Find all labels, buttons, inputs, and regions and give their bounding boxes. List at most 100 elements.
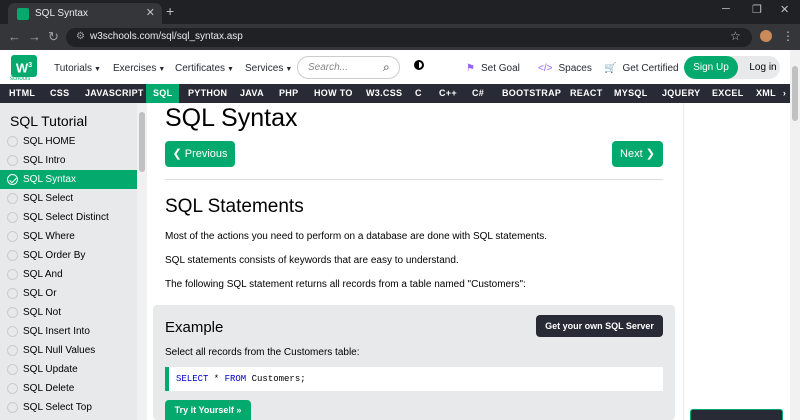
topnav-xml[interactable]: XML — [756, 84, 776, 103]
sidebar-item-label: SQL HOME — [23, 136, 76, 147]
back-icon[interactable]: ← — [8, 29, 21, 44]
sidebar-item-sql-home[interactable]: SQL HOME — [0, 132, 137, 151]
progress-check-icon — [7, 402, 18, 413]
menu-label: Certificates — [175, 63, 226, 74]
topnav-c[interactable]: C — [415, 84, 422, 103]
site-info-icon[interactable]: ⚙ — [76, 31, 85, 42]
topnav-jquery[interactable]: JQUERY — [662, 84, 700, 103]
menu-label: Services — [245, 63, 284, 74]
minimize-icon[interactable]: ─ — [722, 3, 730, 15]
paragraph: SQL statements consists of keywords that… — [165, 255, 459, 266]
close-tab-icon[interactable]: ✕ — [146, 6, 155, 19]
browser-tab[interactable]: SQL Syntax ✕ — [8, 3, 162, 24]
progress-check-icon — [7, 288, 18, 299]
logo-subtext: schools — [10, 76, 31, 82]
search-icon[interactable]: ⌕ — [383, 60, 390, 75]
url-text[interactable]: w3schools.com/sql/sql_syntax.asp — [90, 31, 243, 42]
code-block: SELECT * FROM Customers; — [165, 367, 663, 391]
sidebar-item-sql-select-distinct[interactable]: SQL Select Distinct — [0, 208, 137, 227]
progress-check-icon — [7, 155, 18, 166]
sidebar-item-sql-update[interactable]: SQL Update — [0, 360, 137, 379]
topnav-css[interactable]: CSS — [50, 84, 69, 103]
page-scrollbar-thumb[interactable] — [792, 66, 798, 121]
progress-check-icon — [7, 250, 18, 261]
sidebar-scrollbar-thumb[interactable] — [139, 112, 145, 172]
bookmark-star-icon[interactable]: ☆ — [730, 29, 741, 43]
link-label: Set Goal — [480, 63, 520, 74]
sidebar-item-sql-and[interactable]: SQL And — [0, 265, 137, 284]
close-window-icon[interactable]: ✕ — [780, 3, 789, 16]
next-button[interactable]: Next ❯ — [612, 141, 663, 167]
sidebar-title: SQL Tutorial — [10, 113, 88, 129]
logo-superscript: 3 — [28, 62, 33, 69]
topnav-cpp[interactable]: C++ — [439, 84, 457, 103]
previous-button[interactable]: ❮ Previous — [165, 141, 235, 167]
restore-icon[interactable]: ❐ — [752, 3, 762, 16]
sidebar-item-sql-select[interactable]: SQL Select — [0, 189, 137, 208]
dark-mode-toggle-icon[interactable] — [414, 60, 424, 70]
menu-services[interactable]: Services ▼ — [245, 63, 292, 74]
progress-check-icon — [7, 231, 18, 242]
get-certified-link[interactable]: 🛒 Get Certified — [604, 63, 679, 74]
topnav-javascript[interactable]: JAVASCRIPT — [85, 84, 144, 103]
search-placeholder: Search... — [308, 62, 349, 73]
progress-check-icon — [7, 136, 18, 147]
sidebar-item-label: SQL Syntax — [23, 174, 76, 185]
caret-down-icon: ▼ — [93, 66, 101, 73]
menu-label: Tutorials — [54, 63, 92, 74]
sidebar-item-sql-select-top[interactable]: SQL Select Top — [0, 398, 137, 417]
sidebar-item-sql-intro[interactable]: SQL Intro — [0, 151, 137, 170]
sidebar-item-sql-null-values[interactable]: SQL Null Values — [0, 341, 137, 360]
caret-down-icon: ▼ — [227, 66, 234, 73]
topnav-bootstrap[interactable]: BOOTSTRAP — [502, 84, 561, 103]
topnav-howto[interactable]: HOW TO — [314, 84, 353, 103]
topnav-w3css[interactable]: W3.CSS — [366, 84, 402, 103]
sidebar-item-sql-syntax[interactable]: SQL Syntax — [0, 170, 137, 189]
new-tab-icon[interactable]: + — [166, 3, 174, 19]
sidebar-item-sql-order-by[interactable]: SQL Order By — [0, 246, 137, 265]
topnav-react[interactable]: REACT — [570, 84, 603, 103]
topnav-php[interactable]: PHP — [279, 84, 298, 103]
sidebar-item-label: SQL Update — [23, 364, 78, 375]
right-rail — [683, 103, 790, 420]
topnav-java[interactable]: JAVA — [240, 84, 264, 103]
topnav-csharp[interactable]: C# — [472, 84, 484, 103]
topnav-sql[interactable]: SQL — [146, 84, 180, 103]
tab-title: SQL Syntax — [35, 8, 88, 19]
topnav-scroll-right-icon[interactable]: › — [779, 84, 790, 103]
right-rail-widget[interactable] — [690, 409, 783, 420]
progress-check-icon — [7, 364, 18, 375]
signup-button[interactable]: Sign Up — [684, 56, 738, 79]
profile-avatar[interactable] — [760, 30, 772, 42]
sidebar-item-sql-delete[interactable]: SQL Delete — [0, 379, 137, 398]
progress-check-icon — [7, 212, 18, 223]
menu-label: Exercises — [113, 63, 157, 74]
topnav-python[interactable]: PYTHON — [188, 84, 227, 103]
sidebar-item-sql-not[interactable]: SQL Not — [0, 303, 137, 322]
login-label: Log in — [749, 62, 777, 73]
sidebar-item-sql-or[interactable]: SQL Or — [0, 284, 137, 303]
sidebar-item-sql-insert-into[interactable]: SQL Insert Into — [0, 322, 137, 341]
menu-exercises[interactable]: Exercises ▼ — [113, 63, 165, 74]
forward-icon[interactable]: → — [28, 29, 41, 44]
page-title: SQL Syntax — [165, 104, 298, 132]
w3schools-favicon-icon — [17, 8, 29, 20]
menu-certificates[interactable]: Certificates ▼ — [175, 63, 234, 74]
set-goal-link[interactable]: ⚑ Set Goal — [466, 63, 520, 74]
get-sql-server-button[interactable]: Get your own SQL Server — [536, 315, 663, 337]
spaces-link[interactable]: </> Spaces — [538, 63, 592, 74]
try-it-yourself-button[interactable]: Try it Yourself » — [165, 400, 251, 420]
topnav-mysql[interactable]: MYSQL — [614, 84, 648, 103]
reload-icon[interactable]: ↻ — [48, 29, 59, 45]
progress-check-icon — [7, 269, 18, 280]
divider — [165, 179, 663, 180]
menu-tutorials[interactable]: Tutorials ▼ — [54, 63, 101, 74]
w3schools-logo[interactable]: W3 — [11, 55, 37, 77]
topnav-excel[interactable]: EXCEL — [712, 84, 744, 103]
sidebar-item-sql-where[interactable]: SQL Where — [0, 227, 137, 246]
browser-menu-icon[interactable]: ⋮ — [782, 29, 794, 43]
code-icon: </> — [538, 63, 553, 74]
topnav-html[interactable]: HTML — [9, 84, 35, 103]
sidebar-item-label: SQL Insert Into — [23, 326, 90, 337]
sidebar-item-label: SQL Null Values — [23, 345, 96, 356]
